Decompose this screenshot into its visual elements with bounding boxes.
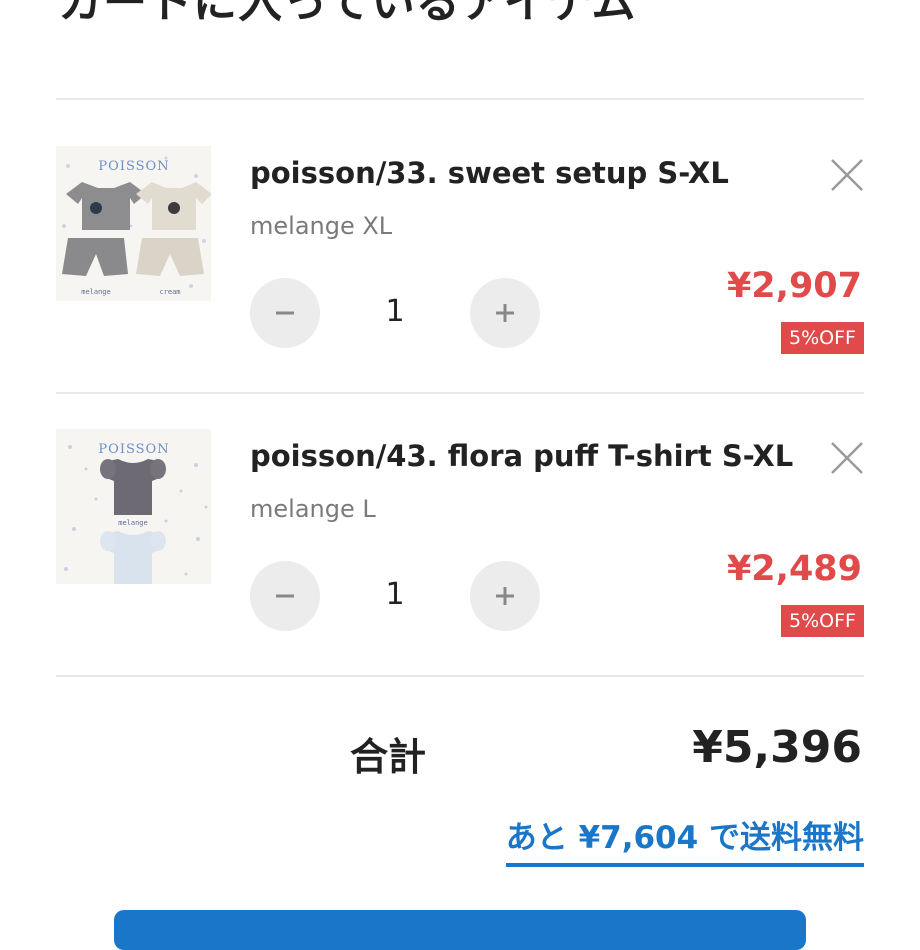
quantity-value: 1	[385, 577, 405, 612]
divider	[56, 675, 864, 677]
item-variant: melange XL	[250, 212, 393, 240]
close-icon	[831, 442, 863, 474]
product-image-label: melange	[118, 519, 148, 527]
close-icon	[831, 159, 863, 191]
checkout-button[interactable]	[114, 910, 806, 950]
page-title: カートに入っているアイテム	[58, 0, 637, 28]
product-image-label: melange	[81, 288, 111, 296]
divider	[56, 98, 864, 100]
product-image-brand: POISSON	[98, 442, 169, 457]
remove-item-button[interactable]	[828, 156, 866, 194]
product-image-label: cream	[159, 288, 180, 296]
plus-icon	[496, 587, 514, 605]
discount-badge: 5%OFF	[781, 605, 864, 637]
minus-icon	[276, 311, 294, 315]
product-image[interactable]: POISSON melange cream	[56, 146, 211, 301]
minus-icon	[276, 594, 294, 598]
decrease-quantity-button[interactable]	[250, 278, 320, 348]
item-variant: melange L	[250, 495, 376, 523]
quantity-value: 1	[385, 294, 405, 329]
increase-quantity-button[interactable]	[470, 561, 540, 631]
discount-badge: 5%OFF	[781, 322, 864, 354]
product-image-brand: POISSON	[98, 159, 169, 174]
total-value: ¥5,396	[692, 722, 862, 773]
remove-item-button[interactable]	[828, 439, 866, 477]
divider	[56, 392, 864, 394]
plus-icon	[496, 304, 514, 322]
item-price: ¥2,907	[726, 266, 862, 306]
product-image[interactable]: POISSON melange	[56, 429, 211, 584]
increase-quantity-button[interactable]	[470, 278, 540, 348]
item-name[interactable]: poisson/43. flora puff T-shirt S-XL	[250, 439, 793, 473]
decrease-quantity-button[interactable]	[250, 561, 320, 631]
free-shipping-link[interactable]: あと ¥7,604 で送料無料	[505, 812, 864, 867]
cart-item: POISSON melange cream poisson/33. sweet …	[0, 146, 920, 429]
cart-item: POISSON melange poisson/43. flora puff T…	[0, 429, 920, 712]
total-label: 合計	[350, 735, 427, 779]
item-name[interactable]: poisson/33. sweet setup S-XL	[250, 156, 729, 190]
item-price: ¥2,489	[726, 549, 862, 589]
